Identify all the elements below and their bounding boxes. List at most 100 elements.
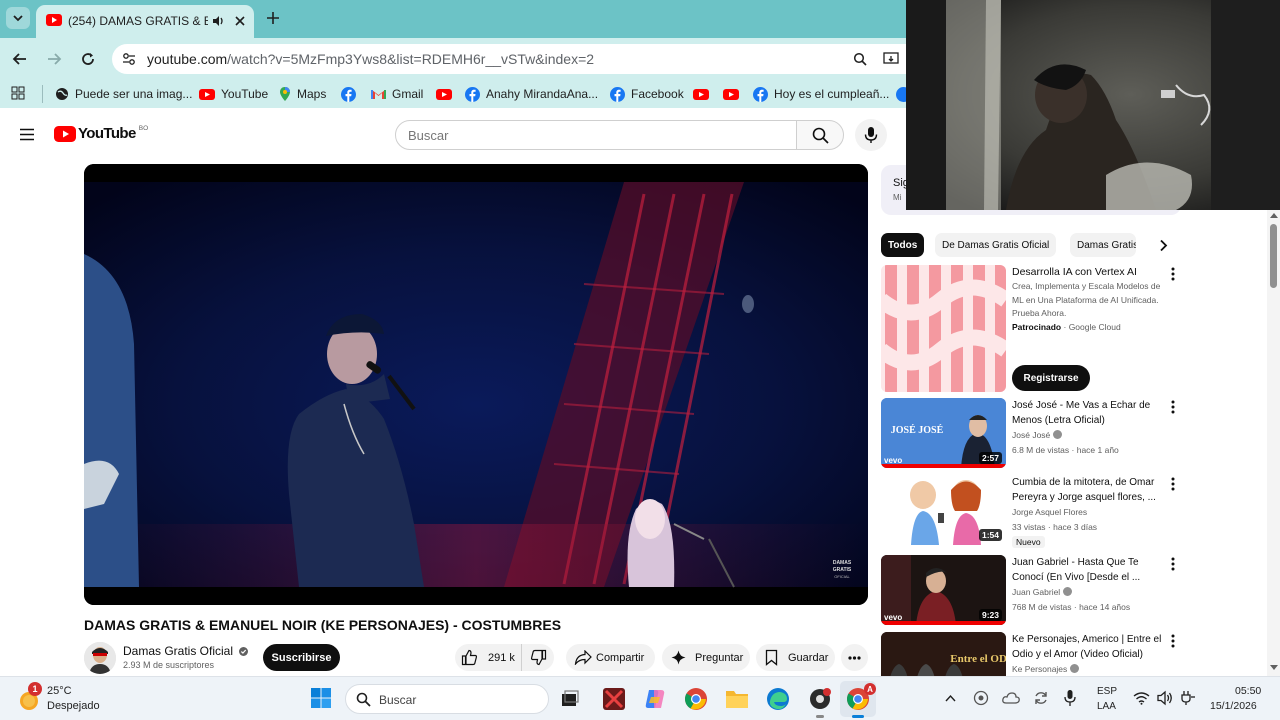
voice-search-button[interactable] xyxy=(855,119,887,151)
recommendation-item[interactable]: vevo 9:23 Juan Gabriel - Hasta Que Te Co… xyxy=(881,555,1181,625)
bookmark-anahy[interactable]: Anahy MirandaAna... xyxy=(465,84,598,104)
more-vertical-icon[interactable] xyxy=(1171,400,1175,414)
bookmark-youtube[interactable]: YouTube xyxy=(199,84,268,104)
share-button[interactable]: Compartir xyxy=(566,644,655,671)
weather-widget[interactable]: 1 xyxy=(16,682,42,712)
video-player[interactable]: DAMAS GRATIS OFICIAL xyxy=(84,164,868,605)
chevron-right-icon[interactable] xyxy=(1159,239,1168,252)
clock-date[interactable]: 15/1/2026 xyxy=(1210,700,1257,712)
video-title-rec: Ke Personajes, Americo | Entre el Odio y… xyxy=(1012,634,1162,660)
wifi-icon[interactable] xyxy=(1133,691,1150,705)
close-tab-icon[interactable] xyxy=(233,14,247,28)
app-game-icon[interactable] xyxy=(602,687,626,711)
bookmark-facebook[interactable]: Facebook xyxy=(610,84,684,104)
search-input[interactable]: Buscar xyxy=(395,120,797,150)
bookmark-facebook-1[interactable] xyxy=(341,84,356,104)
zoom-icon[interactable] xyxy=(853,52,867,66)
chrome-icon[interactable] xyxy=(684,687,708,711)
forward-arrow-icon[interactable] xyxy=(46,51,62,67)
video-thumbnail: Entre el ODIO xyxy=(881,632,1006,676)
webcam-overlay xyxy=(906,0,1280,210)
app-dark-icon[interactable] xyxy=(808,687,832,711)
more-actions-button[interactable] xyxy=(841,644,868,671)
browser-tabstrip: (254) DAMAS GRATIS & EM xyxy=(0,0,906,38)
site-info-icon[interactable] xyxy=(122,52,136,66)
browser-tab-active[interactable]: (254) DAMAS GRATIS & EM xyxy=(36,5,254,38)
chip-de-damas-gratis[interactable]: De Damas Gratis Oficial xyxy=(935,233,1057,257)
youtube-favicon-icon xyxy=(46,14,62,26)
youtube-logo[interactable]: YouTube BO xyxy=(54,125,148,142)
ad-register-button[interactable]: Registrarse xyxy=(1012,365,1090,391)
recommendation-item[interactable]: 1:54 Cumbia de la mitotera, de Omar Pere… xyxy=(881,475,1181,548)
more-vertical-icon[interactable] xyxy=(1171,557,1175,571)
battery-charging-icon[interactable] xyxy=(1180,690,1196,706)
chevron-up-icon[interactable] xyxy=(945,694,956,702)
ask-button[interactable]: Preguntar xyxy=(662,644,750,671)
video-duration: 2:57 xyxy=(978,452,1002,464)
bookmark-puede-ser[interactable]: Puede ser una imag... xyxy=(55,84,192,104)
channel-avatar[interactable] xyxy=(84,642,116,674)
bookmark-maps[interactable]: Maps xyxy=(279,84,326,104)
channel-name-rec: José José xyxy=(1012,430,1062,440)
subscribe-button[interactable]: Suscribirse xyxy=(263,644,340,671)
language-indicator[interactable]: ESP xyxy=(1097,686,1117,697)
tab-search-button[interactable] xyxy=(6,7,30,29)
bookmark-facebook-cut[interactable] xyxy=(896,84,906,104)
bookmark-youtube-4[interactable] xyxy=(723,84,739,104)
microphone-icon[interactable] xyxy=(1064,689,1076,707)
install-app-icon[interactable] xyxy=(883,52,899,66)
recommendation-item[interactable]: Entre el ODIO Ke Personajes, Americo | E… xyxy=(881,632,1181,676)
clock-time[interactable]: 05:50 xyxy=(1235,685,1261,697)
speaker-icon[interactable] xyxy=(211,14,225,28)
taskbar-search[interactable]: Buscar xyxy=(345,684,549,714)
recommendation-item[interactable]: JOSÉ JOSÉ vevo 2:57 José José - Me Vas a… xyxy=(881,398,1181,468)
file-explorer-icon[interactable] xyxy=(725,688,749,710)
video-watermark: DAMAS xyxy=(833,560,852,566)
windows-start-icon[interactable] xyxy=(310,687,332,709)
bookmark-youtube-3[interactable] xyxy=(693,84,709,104)
search-icon xyxy=(356,692,371,707)
page-scrollbar[interactable] xyxy=(1267,210,1280,676)
back-arrow-icon[interactable] xyxy=(12,51,28,67)
new-tab-icon[interactable] xyxy=(264,9,282,27)
reload-icon[interactable] xyxy=(80,51,96,67)
more-vertical-icon[interactable] xyxy=(1171,267,1175,281)
copilot-icon[interactable] xyxy=(643,687,667,711)
save-button[interactable]: Guardar xyxy=(756,644,835,671)
volume-icon[interactable] xyxy=(1157,690,1174,706)
like-button[interactable]: 291 k xyxy=(455,644,521,671)
vpn-icon[interactable] xyxy=(973,690,989,706)
hamburger-menu-icon[interactable] xyxy=(19,128,35,141)
chip-damas-gratis[interactable]: Damas Gratis xyxy=(1070,233,1136,257)
sync-icon[interactable] xyxy=(1033,690,1049,706)
ad-image xyxy=(881,265,1006,392)
apps-grid-icon[interactable] xyxy=(11,86,25,100)
bookmark-hoy-cumple[interactable]: Hoy es el cumpleañ... xyxy=(753,84,889,104)
keyboard-layout: LAA xyxy=(1097,701,1116,712)
weather-temperature: 25°C xyxy=(47,685,72,697)
task-view-icon[interactable] xyxy=(560,689,580,709)
verified-badge-icon xyxy=(1062,587,1072,596)
search-button[interactable] xyxy=(796,120,844,150)
bookmark-youtube-2[interactable] xyxy=(436,84,452,104)
scroll-thumb[interactable] xyxy=(1270,224,1277,288)
video-duration: 9:23 xyxy=(978,609,1002,621)
facebook-icon xyxy=(896,86,906,102)
more-vertical-icon[interactable] xyxy=(1171,634,1175,648)
more-vertical-icon[interactable] xyxy=(1171,477,1175,491)
scroll-down-arrow-icon[interactable] xyxy=(1270,665,1278,671)
tab-title: (254) DAMAS GRATIS & EM xyxy=(68,14,208,28)
ad-description: Crea, Implementa y Escala Modelos de ML … xyxy=(1012,281,1161,318)
scroll-up-arrow-icon[interactable] xyxy=(1270,212,1278,218)
chip-todos[interactable]: Todos xyxy=(881,233,925,257)
chrome-active-button[interactable]: A xyxy=(840,681,876,718)
cloud-icon[interactable] xyxy=(1002,690,1020,706)
facebook-icon xyxy=(341,86,356,102)
bookmark-gmail[interactable]: Gmail xyxy=(371,84,423,104)
ad-card[interactable]: Desarrolla IA con Vertex AI Crea, Implem… xyxy=(881,265,1181,392)
globe-icon xyxy=(56,88,68,100)
channel-name[interactable]: Damas Gratis Oficial xyxy=(123,644,249,658)
address-bar[interactable]: youtube.com/watch?v=5MzFmp3Yws8&list=RDE… xyxy=(112,44,906,74)
dislike-button[interactable] xyxy=(521,644,554,671)
edge-icon[interactable] xyxy=(766,687,790,711)
